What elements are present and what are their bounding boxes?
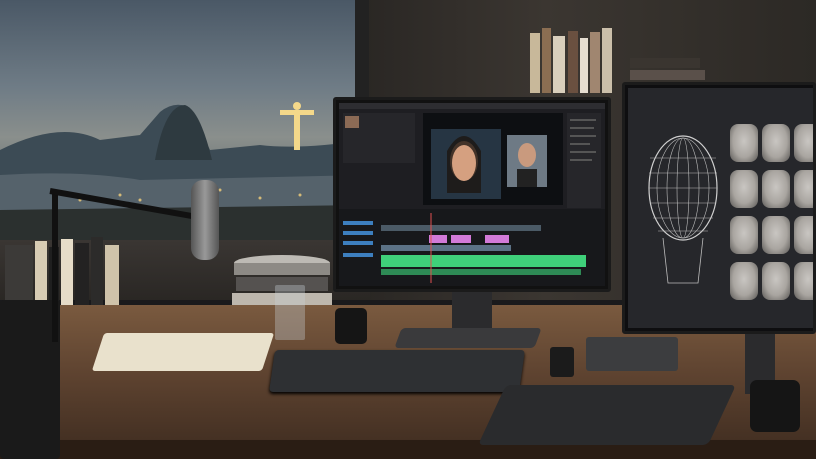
studio-microphone — [191, 180, 219, 260]
face-thumbnail — [794, 262, 813, 300]
wireframe-head — [648, 135, 718, 284]
mic-boom-pole — [52, 192, 58, 342]
face-thumbnail — [730, 216, 758, 254]
camera-lens — [335, 308, 367, 344]
face-thumbnail — [762, 216, 790, 254]
face-thumbnail — [762, 124, 790, 162]
monitor-stand — [452, 292, 492, 332]
face-thumbnail — [794, 216, 813, 254]
face-thumbnail — [762, 262, 790, 300]
face-thumbnail — [794, 124, 813, 162]
face-thumbnail — [730, 262, 758, 300]
drawing-tablet — [478, 385, 736, 445]
photo-scene — [0, 0, 816, 459]
office-chair — [0, 300, 60, 459]
book-stack — [5, 237, 135, 307]
face-model-grid-screen — [628, 88, 813, 328]
open-notebook — [91, 333, 275, 371]
monitor-base — [394, 328, 542, 348]
face-thumbnail — [762, 170, 790, 208]
right-monitor — [622, 82, 816, 334]
face-thumbnail — [730, 170, 758, 208]
camera-lens-right — [750, 380, 800, 432]
audio-interface-box — [586, 337, 678, 371]
video-editor-screen — [339, 103, 605, 286]
left-monitor — [333, 97, 611, 292]
face-thumbnail — [730, 124, 758, 162]
face-thumbnail — [794, 170, 813, 208]
pen-holder — [550, 347, 574, 377]
water-glass — [275, 285, 305, 340]
keyboard — [269, 350, 525, 392]
